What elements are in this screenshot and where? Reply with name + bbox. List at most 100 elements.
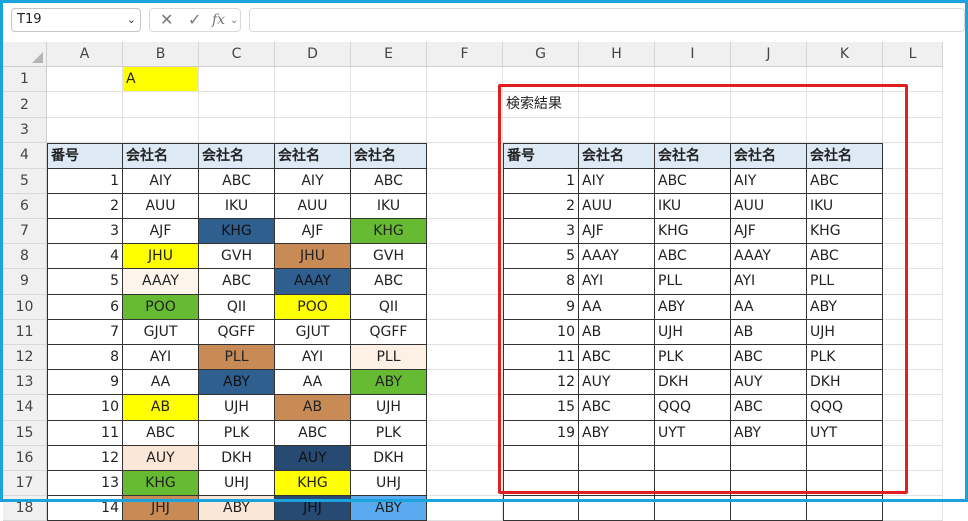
grid-cell[interactable] — [883, 445, 943, 471]
result-table-cell[interactable]: ABC — [807, 244, 883, 270]
grid-cell[interactable] — [883, 471, 943, 497]
result-table-cell[interactable] — [503, 471, 579, 497]
grid-cell[interactable] — [883, 395, 943, 421]
grid-cell[interactable] — [883, 420, 943, 446]
left-table-cell[interactable]: 6 — [47, 294, 123, 320]
left-table-cell[interactable]: GVH — [351, 244, 427, 270]
grid-cell[interactable] — [883, 118, 943, 144]
grid-cell[interactable] — [427, 143, 503, 169]
left-table-cell[interactable]: JHJ — [275, 496, 351, 521]
column-header-f[interactable]: F — [427, 42, 503, 67]
grid-cell[interactable] — [427, 496, 503, 521]
grid-cell[interactable] — [427, 445, 503, 471]
result-table-cell[interactable] — [503, 445, 579, 471]
left-table-cell[interactable]: AUY — [123, 445, 199, 471]
result-table-cell[interactable]: ABY — [807, 294, 883, 320]
left-table-cell[interactable]: GVH — [199, 244, 275, 270]
grid-cell[interactable] — [427, 168, 503, 194]
row-header[interactable]: 11 — [3, 319, 47, 345]
grid-cell[interactable] — [427, 193, 503, 219]
result-table-cell[interactable]: AIY — [731, 168, 807, 194]
left-table-cell[interactable]: QGFF — [199, 319, 275, 345]
result-table-cell[interactable]: AAAY — [731, 244, 807, 270]
result-table-cell[interactable]: ABC — [731, 345, 807, 371]
result-table-cell[interactable]: ABC — [655, 168, 731, 194]
result-table-cell[interactable] — [807, 471, 883, 497]
grid-cell[interactable] — [883, 345, 943, 371]
grid-cell[interactable] — [883, 168, 943, 194]
left-table-cell[interactable]: ABY — [351, 496, 427, 521]
left-table-cell[interactable]: ABY — [351, 370, 427, 396]
left-table-cell[interactable]: DKH — [199, 445, 275, 471]
result-table-cell[interactable] — [503, 496, 579, 521]
result-table-cell[interactable]: AJF — [731, 219, 807, 245]
left-table-cell[interactable]: ABY — [199, 496, 275, 521]
grid-cell[interactable] — [351, 92, 427, 119]
check-icon[interactable]: ✓ — [188, 10, 201, 29]
grid-cell[interactable] — [655, 118, 731, 144]
row-header[interactable]: 17 — [3, 471, 47, 497]
left-table-header-company[interactable]: 会社名 — [275, 143, 351, 169]
left-table-cell[interactable]: JHJ — [123, 496, 199, 521]
grid-cell[interactable] — [427, 92, 503, 119]
result-table-cell[interactable]: IKU — [807, 193, 883, 219]
result-table-cell[interactable]: ABC — [655, 244, 731, 270]
result-table-cell[interactable]: DKH — [807, 370, 883, 396]
grid-cell[interactable] — [427, 420, 503, 446]
left-table-cell[interactable]: AB — [123, 395, 199, 421]
left-table-cell[interactable]: AAAY — [123, 269, 199, 295]
grid-cell[interactable] — [883, 319, 943, 345]
result-table-cell[interactable]: PLL — [655, 269, 731, 295]
result-table-header-company[interactable]: 会社名 — [655, 143, 731, 169]
left-table-cell[interactable]: DKH — [351, 445, 427, 471]
result-table-cell[interactable] — [655, 471, 731, 497]
grid-cell[interactable] — [427, 294, 503, 320]
left-table-cell[interactable]: 10 — [47, 395, 123, 421]
result-table-cell[interactable]: KHG — [655, 219, 731, 245]
column-header-i[interactable]: I — [655, 42, 731, 67]
left-table-cell[interactable]: QII — [351, 294, 427, 320]
result-table-cell[interactable]: ABY — [731, 420, 807, 446]
grid-cell[interactable] — [47, 67, 123, 93]
result-table-cell[interactable]: 15 — [503, 395, 579, 421]
result-table-cell[interactable]: QQQ — [655, 395, 731, 421]
left-table-cell[interactable]: AA — [123, 370, 199, 396]
column-header-d[interactable]: D — [275, 42, 351, 67]
grid-cell[interactable] — [883, 92, 943, 119]
left-table-cell[interactable]: AB — [275, 395, 351, 421]
left-table-cell[interactable]: IKU — [351, 193, 427, 219]
column-header-j[interactable]: J — [731, 42, 807, 67]
row-header[interactable]: 14 — [3, 395, 47, 421]
row-header[interactable]: 6 — [3, 193, 47, 219]
result-table-cell[interactable]: 3 — [503, 219, 579, 245]
left-table-cell[interactable]: PLK — [351, 420, 427, 446]
left-table-cell[interactable]: PLL — [351, 345, 427, 371]
left-table-cell[interactable]: AJF — [123, 219, 199, 245]
left-table-cell[interactable]: UJH — [199, 395, 275, 421]
row-header[interactable]: 7 — [3, 219, 47, 245]
grid-cell[interactable] — [427, 319, 503, 345]
result-table-header-number[interactable]: 番号 — [503, 143, 579, 169]
result-table-cell[interactable]: AYI — [579, 269, 655, 295]
left-table-cell[interactable]: AUY — [275, 445, 351, 471]
grid-cell[interactable] — [275, 67, 351, 93]
result-table-cell[interactable]: ABC — [579, 345, 655, 371]
function-icon[interactable]: fx — [212, 12, 225, 28]
row-header[interactable]: 3 — [3, 118, 47, 144]
left-table-cell[interactable]: GJUT — [275, 319, 351, 345]
result-table-cell[interactable]: 11 — [503, 345, 579, 371]
grid-cell[interactable] — [883, 496, 943, 521]
left-table-cell[interactable]: 13 — [47, 471, 123, 497]
left-table-cell[interactable]: AA — [275, 370, 351, 396]
result-table-cell[interactable]: AJF — [579, 219, 655, 245]
left-table-cell[interactable]: ABC — [351, 269, 427, 295]
left-table-cell[interactable]: AUU — [123, 193, 199, 219]
grid-cell[interactable] — [883, 67, 943, 93]
left-table-cell[interactable]: AAAY — [275, 269, 351, 295]
left-table-cell[interactable]: ABC — [199, 168, 275, 194]
result-table-header-company[interactable]: 会社名 — [807, 143, 883, 169]
left-table-cell[interactable]: AIY — [123, 168, 199, 194]
result-table-header-company[interactable]: 会社名 — [731, 143, 807, 169]
result-table-cell[interactable] — [731, 445, 807, 471]
grid-cell[interactable] — [503, 118, 579, 144]
